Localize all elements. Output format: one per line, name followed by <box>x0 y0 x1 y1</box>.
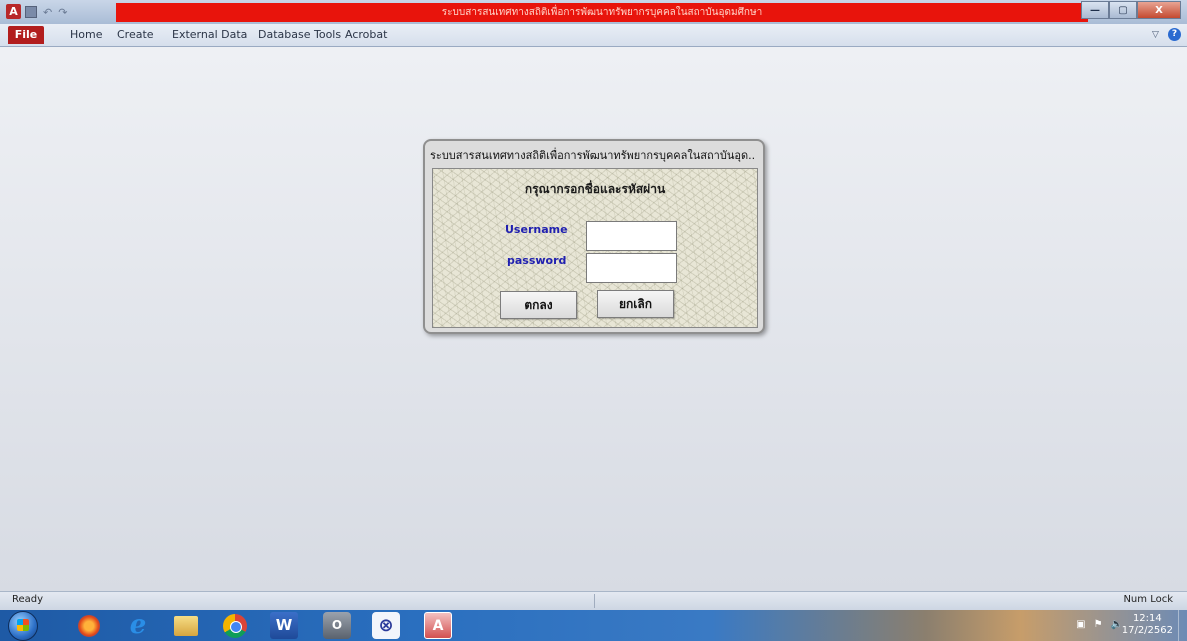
username-field[interactable] <box>586 221 677 251</box>
maximize-button[interactable]: ▢ <box>1109 1 1137 19</box>
username-label: Username <box>505 223 568 236</box>
status-divider <box>594 594 595 608</box>
dialog-title: ระบบสารสนเทศทางสถิติเพื่อการพัฒนาทรัพยาก… <box>430 149 756 162</box>
login-dialog: ระบบสารสนเทศทางสถิติเพื่อการพัฒนาทรัพยาก… <box>423 139 765 334</box>
password-field[interactable] <box>586 253 677 283</box>
status-text: Ready <box>12 594 44 605</box>
login-heading: กรุณากรอกชื่อและรหัสผ่าน <box>524 182 666 196</box>
firefox-icon[interactable] <box>78 615 100 637</box>
clock-date: 17/2/2562 <box>1121 625 1173 636</box>
word-icon[interactable]: W <box>270 612 298 639</box>
window-controls: — ▢ X <box>1081 1 1181 19</box>
save-icon[interactable] <box>25 6 37 18</box>
ribbon-minimize-icon[interactable]: ▽ <box>1152 30 1162 40</box>
clock[interactable]: 12:14 17/2/2562 <box>1122 613 1173 637</box>
ok-button[interactable]: ตกลง <box>500 291 577 319</box>
window-title: ระบบสารสนเทศทางสถิติเพื่อการพัฒนาทรัพยาก… <box>441 7 763 18</box>
title-bar: A ↶ ↷ ระบบสารสนเทศทางสถิติเพื่อการพัฒนาท… <box>0 0 1187 24</box>
access-app-icon[interactable]: A <box>6 4 21 19</box>
internet-explorer-icon[interactable]: e <box>123 612 153 639</box>
tab-home[interactable]: Home <box>70 27 102 43</box>
file-explorer-icon[interactable] <box>174 616 198 636</box>
ribbon-tabs: File Home Create External Data Database … <box>0 24 1187 47</box>
tab-create[interactable]: Create <box>117 27 154 43</box>
undo-icon[interactable]: ↶ <box>43 6 52 19</box>
quick-access-toolbar: ↶ ↷ <box>25 4 67 20</box>
network-icon[interactable]: ▣ <box>1076 619 1085 630</box>
system-tray: ▣ ⚑ 🔈 <box>1076 619 1123 630</box>
flag-icon[interactable]: ⚑ <box>1094 619 1103 630</box>
access-icon[interactable]: A <box>424 612 452 639</box>
help-icon[interactable]: ? <box>1168 28 1181 41</box>
tab-external-data[interactable]: External Data <box>172 27 247 43</box>
password-label: password <box>507 254 567 267</box>
show-desktop-button[interactable] <box>1178 610 1187 641</box>
login-form: กรุณากรอกชื่อและรหัสผ่าน Username passwo… <box>432 168 758 328</box>
cancel-button[interactable]: ยกเลิก <box>597 290 674 318</box>
ribbon-controls: ▽ ? <box>1152 28 1181 41</box>
tab-database-tools[interactable]: Database Tools <box>258 27 341 43</box>
tab-acrobat[interactable]: Acrobat <box>345 27 387 43</box>
windows-logo-icon <box>17 619 29 631</box>
close-button[interactable]: X <box>1137 1 1181 19</box>
camera-app-icon[interactable]: O <box>323 612 351 639</box>
app-icon[interactable]: ⊗ <box>372 612 400 639</box>
redo-icon[interactable]: ↷ <box>58 6 67 19</box>
tab-file[interactable]: File <box>8 26 44 44</box>
num-lock-indicator: Num Lock <box>1123 594 1173 605</box>
start-icon[interactable] <box>8 611 38 641</box>
clock-time: 12:14 <box>1132 613 1162 624</box>
status-bar: Ready Num Lock <box>0 591 1187 610</box>
chrome-icon[interactable] <box>223 614 247 638</box>
minimize-button[interactable]: — <box>1081 1 1109 19</box>
taskbar: e W O ⊗ A ▣ ⚑ 🔈 12:14 17/2/2562 <box>0 610 1187 641</box>
